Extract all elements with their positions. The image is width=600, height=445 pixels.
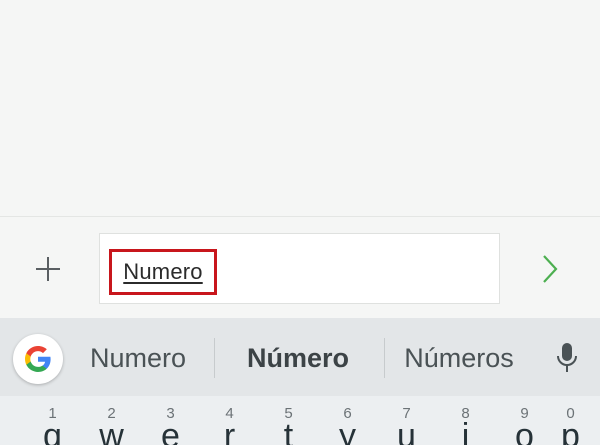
key-letter: u <box>397 417 416 445</box>
suggestion-separator <box>214 338 215 378</box>
key-p[interactable]: 0 p <box>541 396 600 445</box>
chevron-right-icon <box>543 255 558 283</box>
google-g-icon <box>25 346 51 372</box>
key-letter: w <box>99 417 124 445</box>
key-t[interactable]: 5 t <box>259 396 318 445</box>
highlighted-word-box: Numero <box>109 249 217 295</box>
suggestion-2[interactable]: Número <box>230 340 366 376</box>
key-letter: r <box>223 417 236 445</box>
key-letter: e <box>161 417 180 445</box>
suggestion-separator <box>384 338 385 378</box>
key-letter: t <box>283 417 294 445</box>
microphone-icon <box>557 343 577 372</box>
key-u[interactable]: 7 u <box>377 396 436 445</box>
keyboard: 1 q 2 w 3 e 4 r 5 t 6 y 7 u 8 i 9 o 0 p <box>0 396 600 445</box>
key-letter: i <box>461 417 470 445</box>
suggestion-strip: Numero Número Números <box>0 318 600 396</box>
suggestion-1[interactable]: Numero <box>80 340 196 376</box>
send-button[interactable] <box>530 249 570 289</box>
key-i[interactable]: 8 i <box>436 396 495 445</box>
google-search-button[interactable] <box>13 334 63 384</box>
key-e[interactable]: 3 e <box>141 396 200 445</box>
plus-icon <box>36 257 60 281</box>
key-w[interactable]: 2 w <box>82 396 141 445</box>
message-field[interactable]: Numero <box>99 233 500 304</box>
suggestion-3[interactable]: Números <box>393 340 525 376</box>
screen: Numero Numero Número Números 1 q 2 w 3 e… <box>0 0 600 445</box>
key-r[interactable]: 4 r <box>200 396 259 445</box>
attach-button[interactable] <box>26 247 70 291</box>
voice-input-button[interactable] <box>550 340 584 376</box>
key-y[interactable]: 6 y <box>318 396 377 445</box>
message-thread-area[interactable] <box>0 0 600 216</box>
key-q[interactable]: 1 q <box>23 396 82 445</box>
key-letter: p <box>561 417 580 445</box>
typed-text: Numero <box>123 259 203 284</box>
message-input-bar: Numero <box>0 217 600 318</box>
key-letter: q <box>43 417 62 445</box>
key-letter: y <box>339 417 356 445</box>
